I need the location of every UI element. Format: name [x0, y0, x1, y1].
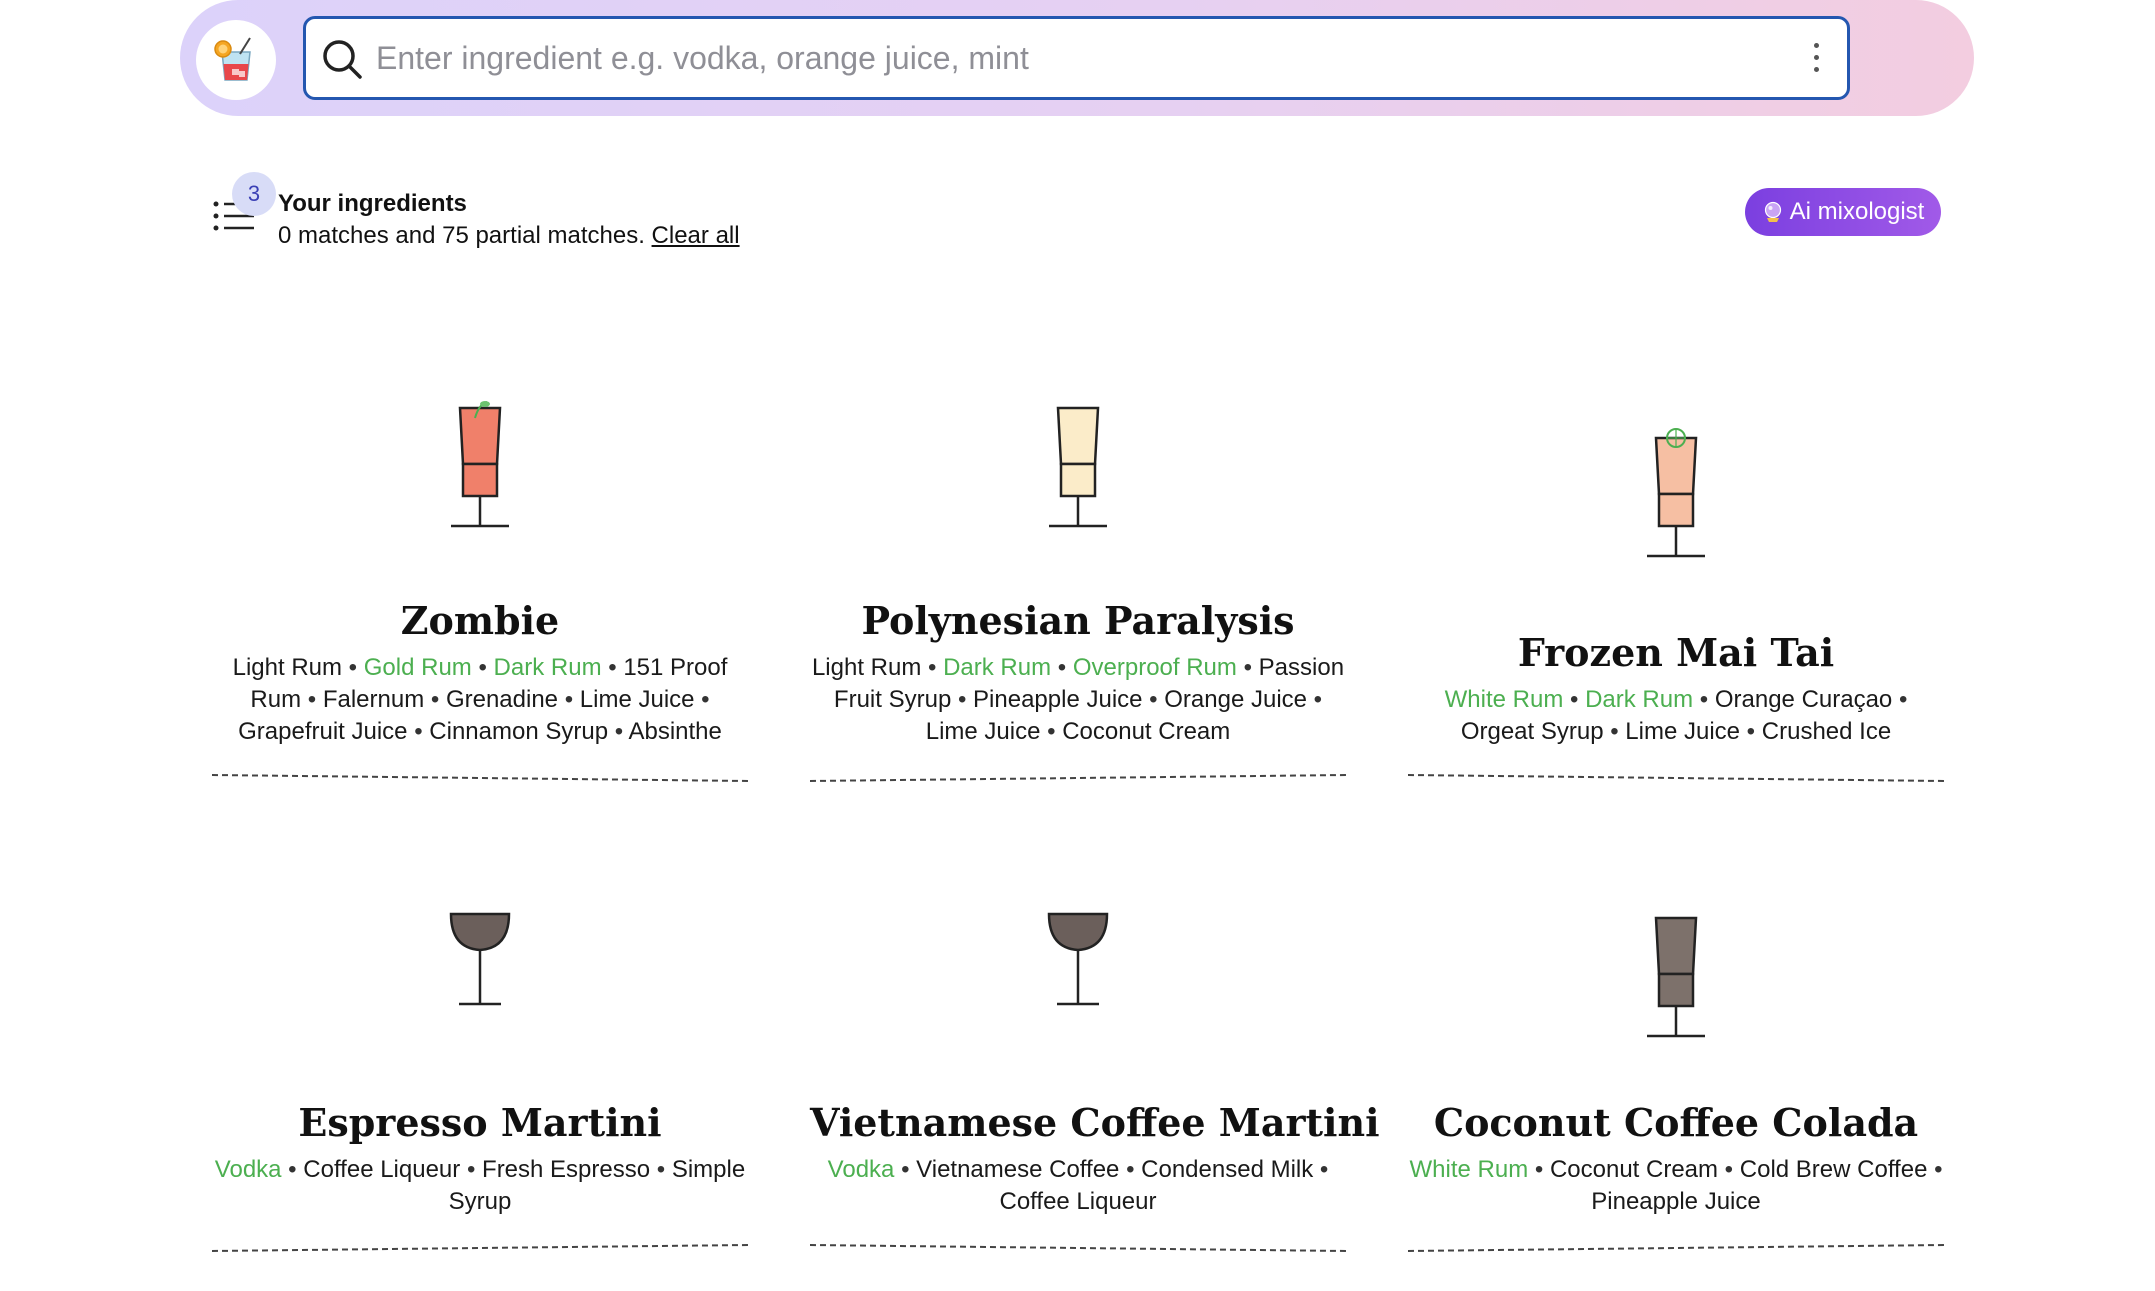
tall-glass-icon: [1647, 428, 1705, 558]
cocktail-ingredients: Light Rum • Dark Rum • Overproof Rum • P…: [811, 654, 1345, 745]
ingredient: Pineapple Juice: [973, 686, 1143, 713]
matched-ingredient: Dark Rum: [1585, 686, 1694, 713]
card-divider: [212, 1244, 748, 1252]
ingredient-search-input[interactable]: [376, 29, 1756, 87]
matched-ingredient: White Rum: [1444, 686, 1564, 713]
ingredient: Fresh Espresso: [482, 1156, 651, 1183]
coupe-glass-icon: [1047, 912, 1109, 1006]
ingredient: Lime Juice: [925, 718, 1041, 745]
cocktail-name: Vietnamese Coffee Martini: [810, 1100, 1380, 1145]
ingredient: Coconut Cream: [1549, 1156, 1719, 1183]
ingredient: Grapefruit Juice: [238, 718, 408, 745]
ingredient: Orange Juice: [1164, 686, 1307, 713]
ingredients-panel: 3 Your ingredients 0 matches and 75 part…: [212, 168, 812, 258]
ingredient: Coffee Liqueur: [999, 1188, 1157, 1215]
ingredient: Orgeat Syrup: [1460, 718, 1604, 745]
cocktail-card[interactable]: Zombie Light Rum • Gold Rum • Dark Rum • …: [212, 398, 748, 784]
tall-glass-icon: [451, 401, 509, 528]
tall-glass-icon: [1049, 406, 1107, 528]
cocktail-ingredients: Vodka • Vietnamese Coffee • Condensed Mi…: [827, 1156, 1329, 1215]
cocktail-ingredients: White Rum • Coconut Cream • Cold Brew Co…: [1409, 1156, 1943, 1215]
card-divider: [212, 774, 748, 782]
cocktail-card[interactable]: Coconut Coffee Colada White Rum • Coconut…: [1408, 908, 1944, 1254]
cocktail-card[interactable]: Polynesian Paralysis Light Rum • Dark Rum…: [810, 398, 1346, 784]
cocktail-ingredients: Vodka • Coffee Liqueur • Fresh Espresso …: [214, 1156, 746, 1215]
cocktail-name: Frozen Mai Tai: [1517, 630, 1835, 675]
cocktail-name: Coconut Coffee Colada: [1433, 1100, 1919, 1145]
ingredients-title: Your ingredients: [278, 190, 467, 217]
search-icon: [323, 40, 362, 79]
ai-mixologist-label: Ai mixologist: [1789, 198, 1925, 225]
cocktail-ingredients: White Rum • Dark Rum • Orange Curaçao • …: [1444, 686, 1908, 745]
cocktail-name: Polynesian Paralysis: [861, 598, 1295, 643]
ingredient: Coffee Liqueur: [303, 1156, 461, 1183]
clear-all-link[interactable]: Clear all: [652, 222, 740, 249]
match-summary-text: 0 matches and 75 partial matches.: [278, 222, 645, 249]
cocktail-name: Espresso Martini: [298, 1100, 662, 1145]
matched-ingredient: Overproof Rum: [1072, 654, 1237, 681]
ingredient: Cinnamon Syrup: [429, 718, 609, 745]
ingredient: Lime Juice: [1625, 718, 1741, 745]
card-divider: [1408, 774, 1944, 782]
ai-mixologist-button[interactable]: Ai mixologist: [1745, 188, 1941, 236]
ingredient: Vietnamese Coffee: [916, 1156, 1120, 1183]
cocktail-name: Zombie: [400, 598, 560, 643]
ingredient: Lime Juice: [579, 686, 695, 713]
cocktail-card[interactable]: Frozen Mai Tai White Rum • Dark Rum • Ora…: [1408, 428, 1944, 784]
ingredient: Absinthe: [628, 718, 722, 745]
tall-glass-icon: [1647, 916, 1705, 1038]
ingredient: Coconut Cream: [1062, 718, 1231, 745]
coupe-glass-icon: [449, 912, 511, 1006]
more-options-icon[interactable]: [1811, 43, 1821, 77]
ingredient: Light Rum: [811, 654, 922, 681]
matched-ingredient: Vodka: [214, 1156, 282, 1183]
ingredient: Condensed Milk: [1141, 1156, 1314, 1183]
ingredient: Orange Curaçao: [1714, 686, 1893, 713]
card-divider: [810, 774, 1346, 782]
ingredients-summary: 0 matches and 75 partial matches. Clear …: [278, 222, 740, 250]
cocktail-card[interactable]: Espresso Martini Vodka • Coffee Liqueur •…: [212, 908, 748, 1254]
crystal-ball-icon: [1764, 201, 1781, 222]
matched-ingredient: Vodka: [827, 1156, 895, 1183]
matched-ingredient: White Rum: [1409, 1156, 1529, 1183]
matched-ingredient: Gold Rum: [363, 654, 472, 681]
cocktail-card[interactable]: Vietnamese Coffee Martini Vodka • Vietnam…: [810, 908, 1380, 1254]
cocktail-ingredients: Light Rum • Gold Rum • Dark Rum • 151 Pr…: [232, 654, 728, 745]
search-box[interactable]: [303, 16, 1850, 100]
ingredient: Cold Brew Coffee: [1739, 1156, 1928, 1183]
ingredient: Grenadine: [445, 686, 559, 713]
ingredient: Falernum: [322, 686, 425, 713]
matched-ingredient: Dark Rum: [943, 654, 1052, 681]
ingredient: Crushed Ice: [1761, 718, 1892, 745]
ingredient: Light Rum: [232, 654, 342, 681]
ingredient-count-badge: 3: [232, 172, 276, 216]
cocktail-logo-icon: [214, 37, 251, 81]
card-divider: [1408, 1244, 1944, 1252]
app-logo[interactable]: [196, 20, 276, 100]
ingredient: Pineapple Juice: [1591, 1188, 1761, 1215]
matched-ingredient: Dark Rum: [493, 654, 602, 681]
card-divider: [810, 1244, 1346, 1252]
search-header: [180, 0, 1974, 116]
